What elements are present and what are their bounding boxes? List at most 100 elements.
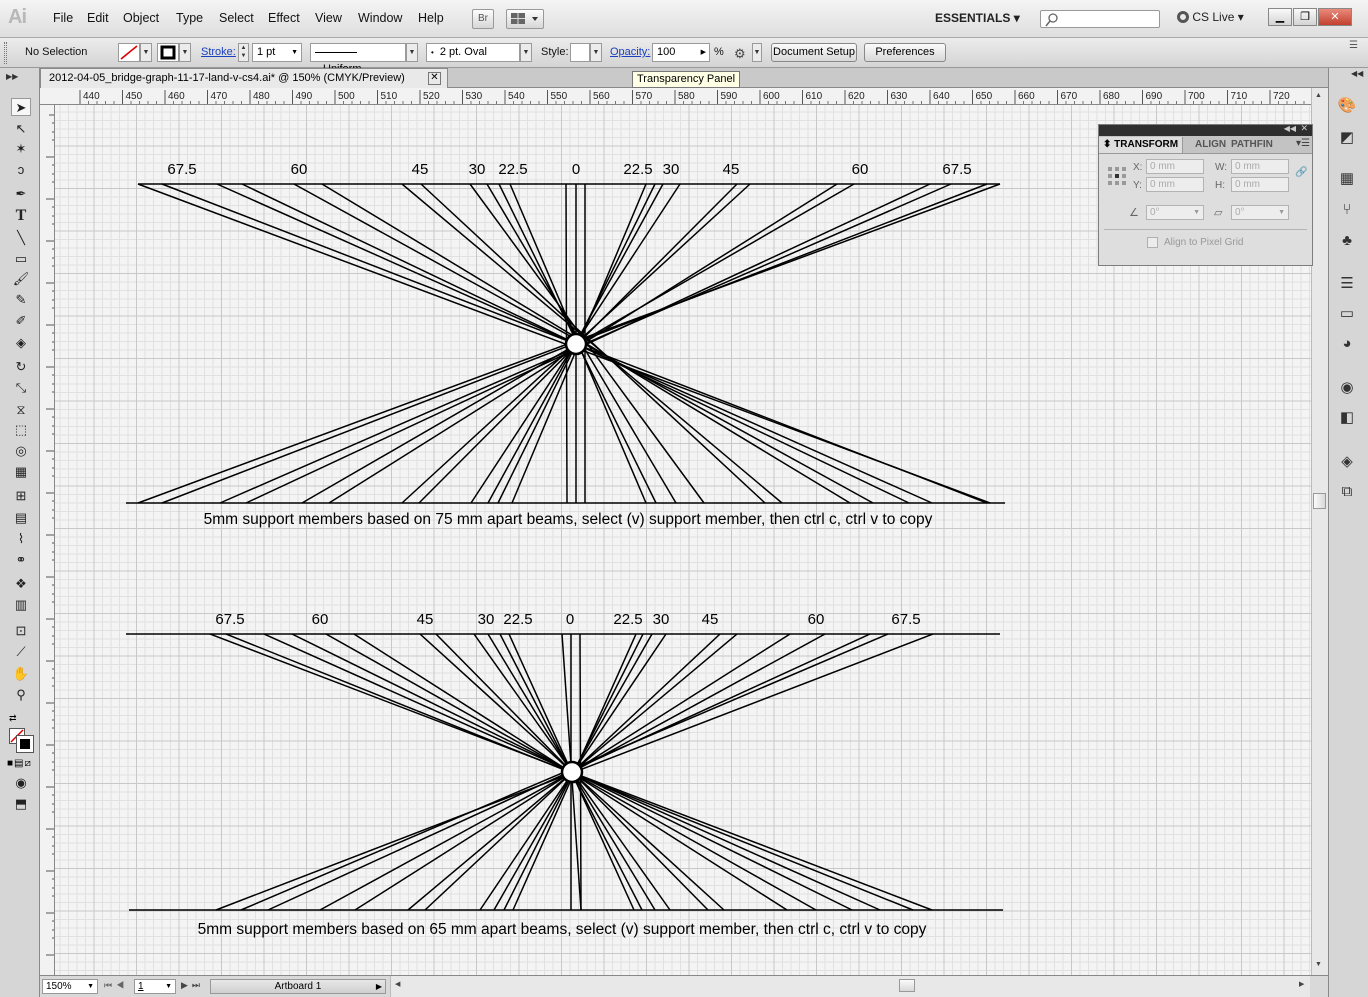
- artboard-status-menu[interactable]: Artboard 1 ▶: [210, 979, 386, 994]
- artboard-tool-icon[interactable]: ⊡: [11, 622, 31, 640]
- stroke-swatch[interactable]: [157, 43, 179, 62]
- zoom-tool-icon[interactable]: ⚲: [11, 686, 31, 704]
- menu-effect[interactable]: Effect: [268, 11, 300, 25]
- workspace-switcher[interactable]: ESSENTIALS ▾: [935, 11, 1020, 25]
- menu-type[interactable]: Type: [176, 11, 203, 25]
- color-mode-icons[interactable]: ■▤⧄: [7, 758, 32, 769]
- stroke-panel-link[interactable]: Stroke:: [201, 46, 236, 58]
- variable-width-profile-select[interactable]: Uniform: [310, 43, 406, 75]
- transparency-panel-icon[interactable]: ◕: [1336, 334, 1358, 354]
- shear-field[interactable]: 0° ▼: [1231, 205, 1289, 220]
- paintbrush-tool-icon[interactable]: 🖌: [11, 270, 31, 288]
- menu-window[interactable]: Window: [358, 11, 402, 25]
- stroke-panel-icon[interactable]: ☰: [1336, 274, 1358, 294]
- graphic-styles-panel-icon[interactable]: ◧: [1336, 408, 1358, 428]
- eraser-tool-icon[interactable]: ◈: [11, 334, 31, 352]
- constrain-proportions-icon[interactable]: 🔗: [1295, 167, 1307, 178]
- collapse-panel-icon[interactable]: ◀◀: [1284, 124, 1296, 133]
- align-pixel-grid-checkbox[interactable]: [1147, 237, 1158, 248]
- vertical-scrollbar[interactable]: ▲ ▼: [1311, 88, 1328, 975]
- preferences-button[interactable]: Preferences: [864, 43, 946, 62]
- screen-mode-icon[interactable]: ⬒: [11, 795, 31, 813]
- brush-definition-select[interactable]: • 2 pt. Oval: [426, 43, 520, 62]
- selection-tool-icon[interactable]: ➤: [11, 98, 31, 116]
- arrange-documents-button[interactable]: [506, 9, 544, 29]
- menu-file[interactable]: File: [53, 11, 73, 25]
- shape-builder-tool-icon[interactable]: ◎: [11, 442, 31, 460]
- opacity-field[interactable]: 100 ▶: [652, 43, 710, 62]
- recolor-icon[interactable]: ⚙: [734, 46, 752, 62]
- line-tool-icon[interactable]: ╲: [11, 229, 31, 247]
- pivot-circle[interactable]: [560, 760, 584, 784]
- scroll-down-icon[interactable]: ▼: [1315, 961, 1322, 968]
- column-graph-tool-icon[interactable]: ▥: [11, 596, 31, 614]
- gradient-panel-icon[interactable]: ▭: [1336, 304, 1358, 324]
- graphic-style-swatch[interactable]: [570, 43, 590, 62]
- zoom-select[interactable]: 150% ▼: [42, 979, 98, 994]
- hand-tool-icon[interactable]: ✋: [11, 665, 31, 683]
- perspective-grid-tool-icon[interactable]: ▦: [11, 463, 31, 481]
- horizontal-scrollbar[interactable]: ◀ ▶: [390, 976, 1310, 997]
- bridge-button[interactable]: Br: [472, 9, 494, 29]
- reference-point-icon[interactable]: [1108, 167, 1126, 185]
- color-panel-icon[interactable]: 🎨: [1336, 96, 1358, 116]
- scroll-up-icon[interactable]: ▲: [1315, 92, 1322, 99]
- mesh-tool-icon[interactable]: ⊞: [11, 487, 31, 505]
- diagram-75mm[interactable]: 67.5 60 45 30 22.5 0 22.5 30 45 60 67.5 5mm suppor…: [126, 161, 1005, 528]
- blob-brush-tool-icon[interactable]: ✐: [11, 312, 31, 330]
- gradient-tool-icon[interactable]: ▤: [11, 509, 31, 527]
- tab-align[interactable]: ALIGN: [1191, 137, 1230, 153]
- opacity-panel-link[interactable]: Opacity:: [610, 46, 650, 58]
- profile-dropdown[interactable]: ▼: [406, 43, 418, 62]
- minimize-button[interactable]: ▁: [1268, 8, 1292, 26]
- free-transform-tool-icon[interactable]: ⬚: [11, 421, 31, 439]
- cs-live-menu[interactable]: CS Live ▾: [1177, 10, 1244, 24]
- blend-tool-icon[interactable]: ⚭: [11, 551, 31, 569]
- eyedropper-tool-icon[interactable]: ⌇: [11, 530, 31, 548]
- drawing-mode-icon[interactable]: ◉: [11, 774, 31, 792]
- restore-button[interactable]: ❐: [1293, 8, 1317, 26]
- artboards-panel-icon[interactable]: ⧉: [1336, 482, 1358, 502]
- tab-transform[interactable]: ⬍ TRANSFORM: [1099, 137, 1184, 153]
- tab-pathfinder[interactable]: PATHFIN: [1227, 137, 1277, 153]
- menu-object[interactable]: Object: [123, 11, 159, 25]
- rotate-field[interactable]: 0° ▼: [1146, 205, 1204, 220]
- close-panel-icon[interactable]: ✕: [1300, 123, 1308, 134]
- rectangle-tool-icon[interactable]: ▭: [11, 250, 31, 268]
- w-field[interactable]: 0 mm: [1231, 159, 1289, 174]
- type-tool-icon[interactable]: T: [11, 207, 31, 225]
- close-button[interactable]: ✕: [1318, 8, 1352, 26]
- help-search-input[interactable]: [1040, 10, 1160, 28]
- stroke-dropdown[interactable]: ▼: [179, 43, 191, 62]
- magic-wand-tool-icon[interactable]: ✶: [11, 140, 31, 158]
- h-field[interactable]: 0 mm: [1231, 177, 1289, 192]
- first-prev-artboard-icons[interactable]: ⏮◀: [104, 980, 128, 991]
- brush-dropdown[interactable]: ▼: [520, 43, 532, 62]
- document-setup-button[interactable]: Document Setup: [771, 43, 857, 62]
- layers-panel-icon[interactable]: ◈: [1336, 452, 1358, 472]
- fill-swatch[interactable]: [118, 43, 140, 62]
- scroll-left-icon[interactable]: ◀: [395, 980, 400, 988]
- slice-tool-icon[interactable]: ⟋: [11, 643, 31, 661]
- pivot-circle[interactable]: [564, 332, 588, 356]
- recolor-dropdown[interactable]: ▼: [752, 43, 762, 62]
- scroll-right-icon[interactable]: ▶: [1299, 980, 1304, 988]
- diagram-65mm[interactable]: 67.5 60 45 30 22.5 0 22.5 30 45 60 67.5 5mm suppor…: [126, 611, 1003, 938]
- color-guide-icon[interactable]: ◩: [1336, 128, 1358, 148]
- y-field[interactable]: 0 mm: [1146, 177, 1204, 192]
- rotate-tool-icon[interactable]: ↻: [11, 358, 31, 376]
- support-member[interactable]: [420, 183, 766, 504]
- fill-dropdown[interactable]: ▼: [140, 43, 152, 62]
- stroke-color-icon[interactable]: [16, 735, 34, 753]
- support-member[interactable]: [245, 183, 931, 504]
- menu-view[interactable]: View: [315, 11, 342, 25]
- swatches-panel-icon[interactable]: ▦: [1336, 169, 1358, 189]
- menu-select[interactable]: Select: [219, 11, 254, 25]
- lasso-tool-icon[interactable]: ↄ: [11, 161, 31, 179]
- x-field[interactable]: 0 mm: [1146, 159, 1204, 174]
- menu-edit[interactable]: Edit: [87, 11, 109, 25]
- horizontal-scroll-thumb[interactable]: [899, 979, 915, 992]
- symbol-sprayer-tool-icon[interactable]: ❖: [11, 575, 31, 593]
- stroke-weight-stepper[interactable]: ▲ ▼: [238, 43, 249, 62]
- direct-selection-tool-icon[interactable]: ↖: [11, 120, 31, 138]
